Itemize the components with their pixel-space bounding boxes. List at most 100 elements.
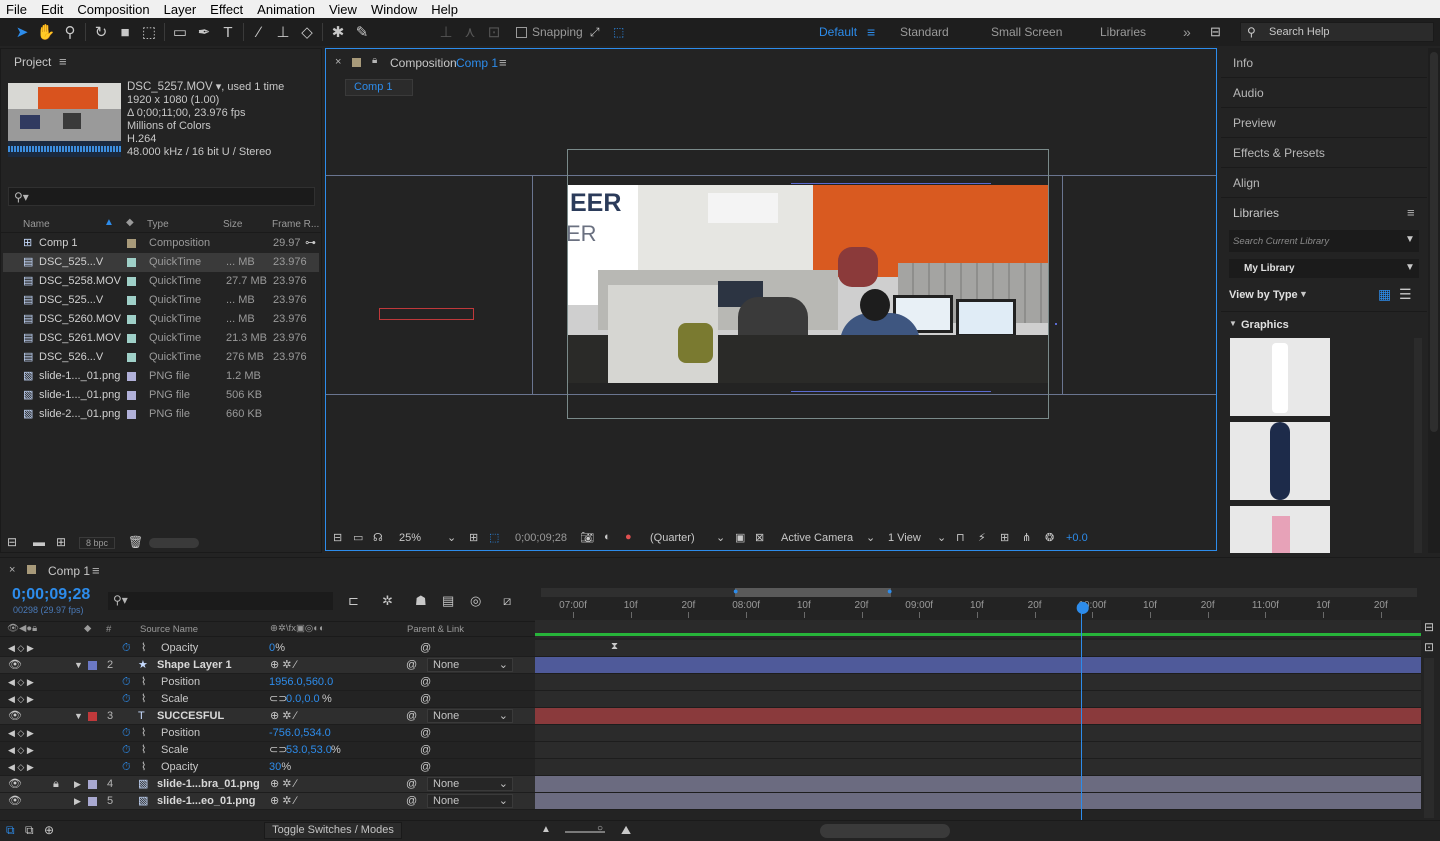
project-search-input[interactable]: ⚲▾ — [8, 187, 315, 206]
layer-name[interactable]: Shape Layer 1 — [157, 657, 232, 674]
bit-depth-button[interactable]: 8 bpc — [79, 537, 115, 549]
sort-ascending-icon[interactable]: ▲ — [104, 217, 114, 228]
reset-exposure-icon[interactable]: ❂ — [1045, 531, 1054, 544]
effects-presets-panel-header[interactable]: Effects & Presets — [1221, 138, 1427, 168]
eraser-tool-icon[interactable]: ◇ — [295, 20, 319, 44]
frame-blending-icon[interactable]: ▤ — [442, 593, 454, 609]
property-track[interactable] — [535, 725, 1421, 742]
comp-navigator-tab[interactable]: Comp 1 — [345, 79, 413, 96]
label-swatch[interactable] — [127, 296, 136, 305]
time-ruler[interactable]: 07:00f 10f 20f 08:00f 10f 20f 09:00f 10f 20f 10:0… — [535, 598, 1421, 618]
constrain-proportions-icon[interactable]: ⊂⊃ — [269, 691, 287, 708]
stopwatch-icon[interactable]: ⏱︎ — [122, 759, 131, 776]
workspace-default[interactable]: Default — [819, 18, 857, 46]
expression-pick-whip-icon[interactable]: @ — [420, 640, 431, 657]
graph-icon[interactable]: ⌇ — [141, 759, 146, 776]
menu-composition[interactable]: Composition — [71, 2, 157, 17]
library-graphic-2[interactable] — [1230, 422, 1330, 500]
keyframe-nav-icon[interactable]: ◀ ◇ ▶ — [8, 640, 34, 657]
property-value[interactable]: -756.0,534.0 — [269, 725, 331, 742]
layer-row[interactable]: 👁︎ ▼ 3 T SUCCESFUL ⊕ ✲ ∕ @ None ⌄ — [0, 708, 535, 725]
pick-whip-icon[interactable]: @ — [406, 708, 417, 725]
twirl-closed-icon[interactable]: ▶ — [74, 793, 81, 810]
property-row[interactable]: ◀ ◇ ▶ ⏱︎ ⌇ Scale ⊂⊃ 53.0,53.0% @ — [0, 742, 535, 759]
pick-whip-icon[interactable]: @ — [406, 776, 417, 793]
composition-flowchart-icon[interactable]: ⊏ — [348, 593, 359, 609]
keyframe-icon[interactable]: ⧗ — [611, 641, 618, 652]
property-row[interactable]: ◀ ◇ ▶ ⏱︎ ⌇ Position 1956.0,560.0 @ — [0, 674, 535, 691]
column-size[interactable]: Size — [223, 219, 242, 230]
timeline-search-input[interactable]: ⚲▾ — [108, 592, 333, 610]
layer-duration-bar[interactable] — [535, 708, 1421, 725]
current-time-indicator[interactable] — [1081, 603, 1082, 823]
timeline-current-time[interactable]: 0;00;09;28 — [12, 586, 90, 604]
visibility-eye-icon[interactable]: 👁︎ — [8, 776, 22, 793]
label-swatch[interactable] — [127, 258, 136, 267]
pixel-aspect-icon[interactable]: ⊓ — [956, 531, 965, 544]
comp-button-icon[interactable]: ⊟ — [1424, 620, 1434, 634]
label-column-icon[interactable]: ◆ — [84, 623, 91, 634]
graph-icon[interactable]: ⌇ — [141, 725, 146, 742]
layer-row[interactable]: 👁︎ 🔒︎ ▶ 4 ▧ slide-1...bra_01.png ⊕ ✲ ∕ @ None ⌄ — [0, 776, 535, 793]
expression-pick-whip-icon[interactable]: @ — [420, 759, 431, 776]
property-value[interactable]: 0.0,0.0 — [286, 691, 320, 708]
keyframe-nav-icon[interactable]: ◀ ◇ ▶ — [8, 725, 34, 742]
fit-to-frame-icon[interactable]: ⊞ — [469, 531, 478, 544]
property-row[interactable]: ◀ ◇ ▶ ⏱︎ ⌇ Opacity 0% @ — [0, 640, 535, 657]
project-panel-title[interactable]: Project — [14, 55, 51, 69]
info-panel-header[interactable]: Info — [1221, 48, 1427, 78]
brush-tool-icon[interactable]: ∕ — [247, 20, 271, 44]
timeline-scrollbar[interactable] — [1424, 658, 1434, 818]
more-workspaces-icon[interactable]: » — [1183, 18, 1191, 46]
interpret-footage-icon[interactable]: ⊟ — [7, 535, 17, 549]
channel-rgb-icon[interactable]: ● — [625, 531, 632, 543]
roto-brush-tool-icon[interactable]: ✱ — [326, 20, 350, 44]
pick-whip-icon[interactable]: @ — [406, 657, 417, 674]
resolution-dropdown[interactable]: (Quarter) ⌄ — [644, 530, 728, 548]
keyframe-nav-icon[interactable]: ◀ ◇ ▶ — [8, 674, 34, 691]
lock-icon[interactable]: 🔒︎ — [53, 776, 59, 793]
property-row[interactable]: ◀ ◇ ▶ ⏱︎ ⌇ Position -756.0,534.0 @ — [0, 725, 535, 742]
chevron-down-icon[interactable]: ▼ — [1299, 289, 1308, 299]
workspace-libraries[interactable]: Libraries — [1100, 18, 1146, 46]
sync-settings-icon[interactable]: ⊟ — [1210, 18, 1221, 46]
toggle-modes-icon[interactable]: ⧉ — [25, 823, 34, 838]
library-search-input[interactable]: Search Current Library ▼ — [1229, 230, 1419, 252]
new-composition-icon[interactable]: ⊞ — [56, 535, 66, 549]
hand-tool-icon[interactable]: ✋ — [34, 20, 58, 44]
menu-window[interactable]: Window — [365, 2, 425, 17]
graph-editor-icon[interactable]: ⧄ — [503, 593, 511, 609]
playhead-handle[interactable]: ⬤ — [1076, 600, 1089, 614]
layer-label-swatch[interactable] — [88, 712, 97, 721]
project-item-row[interactable]: ▧ slide-1..._01.png PNG file 1.2 MB — [3, 367, 319, 386]
composition-tab-comp-name[interactable]: Comp 1 — [456, 56, 498, 70]
zoom-slider-handle[interactable]: ○ — [597, 823, 603, 834]
timeline-icon[interactable]: ⊞ — [1000, 531, 1009, 544]
pick-whip-icon[interactable]: @ — [406, 793, 417, 810]
preview-panel-header[interactable]: Preview — [1221, 108, 1427, 138]
project-item-row[interactable]: ▤ DSC_525...V QuickTime ... MB 23.976 — [3, 291, 319, 310]
expression-pick-whip-icon[interactable]: @ — [420, 725, 431, 742]
expression-pick-whip-icon[interactable]: @ — [420, 742, 431, 759]
project-item-row[interactable]: ⊞ Comp 1 Composition 29.97 ⊶ — [3, 234, 319, 253]
toggle-switches-icon[interactable]: ⧉ — [6, 823, 15, 838]
toggle-transparency-icon[interactable]: ⊠ — [755, 531, 764, 544]
parent-dropdown[interactable]: None ⌄ — [427, 658, 513, 672]
view-layout-dropdown[interactable]: 1 View ⌄ — [885, 530, 949, 548]
keyframe-nav-icon[interactable]: ◀ ◇ ▶ — [8, 691, 34, 708]
project-item-row[interactable]: ▤ DSC_525...V QuickTime ... MB 23.976 — [3, 253, 319, 272]
property-track[interactable] — [535, 640, 1421, 657]
layer-switches-icon[interactable]: ⊕ ✲ ∕ — [270, 776, 296, 793]
composition-tab-label[interactable]: Composition — [390, 56, 457, 70]
text-layer-bounding-box[interactable] — [379, 308, 474, 320]
close-panel-icon[interactable]: × — [9, 564, 15, 576]
navigator-start-handle[interactable]: ● — [733, 586, 738, 596]
libraries-scrollbar[interactable] — [1414, 338, 1422, 553]
lock-icon[interactable]: 🔒︎ — [372, 55, 377, 66]
library-graphic-1[interactable] — [1230, 338, 1330, 416]
project-item-row[interactable]: ▤ DSC_5261.MOV QuickTime 21.3 MB 23.976 — [3, 329, 319, 348]
parent-dropdown[interactable]: None ⌄ — [427, 794, 513, 808]
property-row[interactable]: ◀ ◇ ▶ ⏱︎ ⌇ Scale ⊂⊃ 0.0,0.0% @ — [0, 691, 535, 708]
grid-view-icon[interactable]: ▦ — [1378, 286, 1391, 303]
property-value[interactable]: 53.0,53.0 — [286, 742, 332, 759]
